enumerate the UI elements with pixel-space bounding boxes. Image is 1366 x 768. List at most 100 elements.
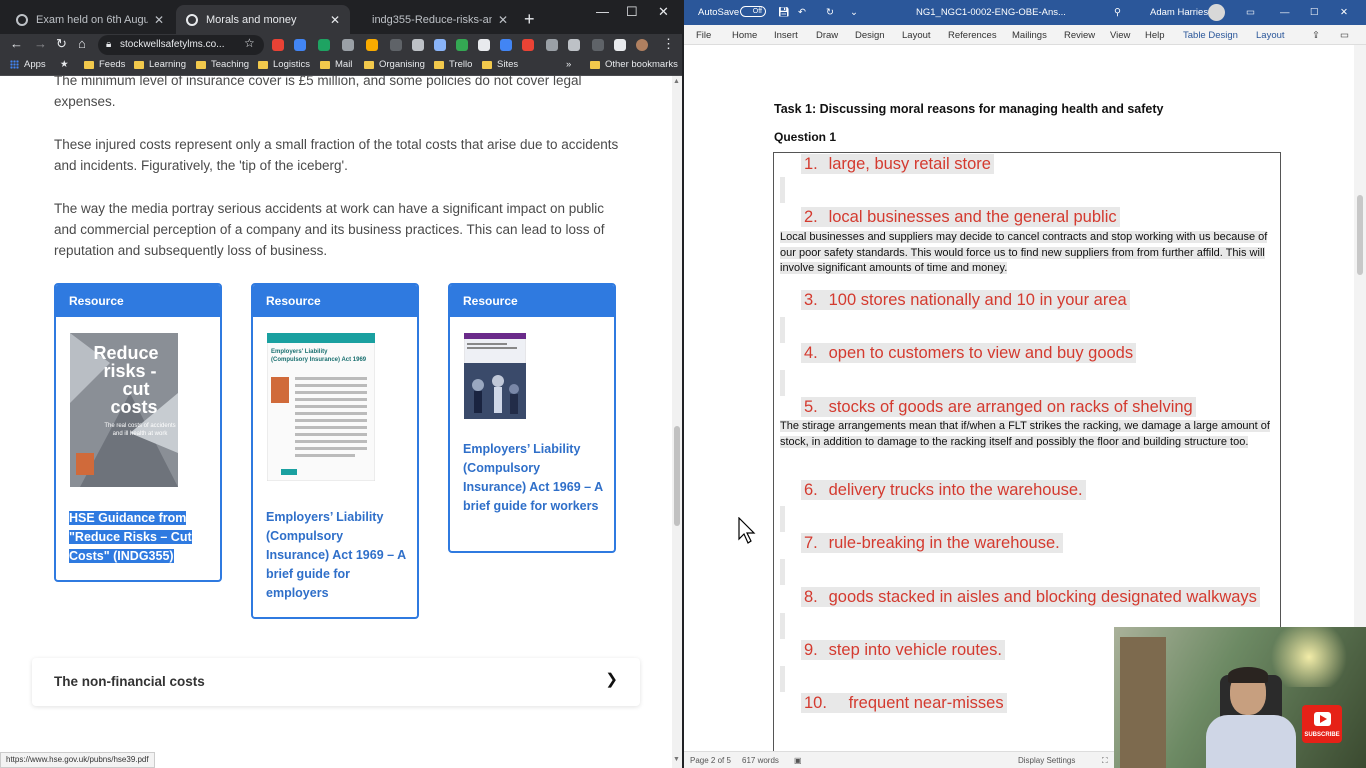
tab-exam[interactable]: Exam held on 6th August 2020 ✕ (6, 5, 174, 34)
customize-qat-icon[interactable]: ⌄ (850, 7, 858, 18)
focus-icon[interactable]: ⛶ (1102, 756, 1108, 766)
new-tab-button[interactable]: + (524, 9, 535, 30)
scrollbar-thumb[interactable] (1357, 195, 1363, 275)
scroll-up-icon[interactable]: ▲ (673, 78, 680, 85)
answer-note[interactable]: Local businesses and suppliers may decid… (780, 230, 1270, 277)
close-window-icon[interactable]: ✕ (1340, 7, 1348, 18)
answer-item[interactable]: 1. large, busy retail store (801, 154, 994, 174)
extension-icon[interactable] (342, 39, 354, 51)
maximize-icon[interactable]: ☐ (1310, 7, 1319, 18)
bookmark-trello[interactable]: Trello (434, 59, 472, 70)
search-icon[interactable]: ⚲ (1114, 7, 1121, 18)
extension-icon[interactable] (592, 39, 604, 51)
extension-icon[interactable] (500, 39, 512, 51)
tab-help[interactable]: Help (1145, 30, 1165, 41)
answer-item[interactable]: 5. stocks of goods are arranged on racks… (801, 397, 1196, 417)
resource-card-indg355[interactable]: Resource Reduce risks - cut costs The re… (54, 283, 222, 582)
back-icon[interactable]: ← (10, 36, 23, 51)
ribbon-display-icon[interactable]: ▭ (1246, 7, 1255, 18)
bookmark-organising[interactable]: Organising (364, 59, 425, 70)
tab-home[interactable]: Home (732, 30, 757, 41)
scroll-down-icon[interactable]: ▼ (673, 756, 680, 763)
accordion-non-financial-costs[interactable]: The non-financial costs ❯ (32, 658, 640, 706)
save-icon[interactable]: 💾︎ (778, 7, 790, 18)
chevron-down-icon[interactable]: ❯ (605, 670, 618, 688)
bookmark-logistics[interactable]: Logistics (258, 59, 310, 70)
maximize-icon[interactable]: ☐ (626, 4, 638, 20)
close-icon[interactable]: ✕ (498, 13, 508, 27)
extension-icon[interactable] (456, 39, 468, 51)
answer-item[interactable]: 7. rule-breaking in the warehouse. (801, 533, 1063, 553)
bookmark-pin[interactable]: ★ (60, 59, 69, 70)
extension-icon[interactable] (390, 39, 402, 51)
bookmark-teaching[interactable]: Teaching (196, 59, 249, 70)
card-title[interactable]: HSE Guidance from "Reduce Risks – Cut Co… (69, 509, 209, 566)
page-scrollbar[interactable]: ▲ ▼ (672, 76, 682, 768)
tab-table-design[interactable]: Table Design (1183, 30, 1238, 41)
answer-item[interactable]: 3. 100 stores nationally and 10 in your … (801, 290, 1130, 310)
extension-icon[interactable] (568, 39, 580, 51)
answer-item[interactable]: 10. frequent near-misses (801, 693, 1007, 713)
bookmark-learning[interactable]: Learning (134, 59, 186, 70)
tab-review[interactable]: Review (1064, 30, 1095, 41)
card-title[interactable]: Employers’ Liability (Compulsory Insuran… (266, 508, 406, 603)
answer-note[interactable]: The stirage arrangements mean that if/wh… (780, 419, 1270, 450)
resource-card-eli-employers[interactable]: Resource Employers' Liability (Compulsor… (251, 283, 419, 619)
bookmark-sites[interactable]: Sites (482, 59, 518, 70)
tab-references[interactable]: References (948, 30, 997, 41)
answer-item[interactable]: 6. delivery trucks into the warehouse. (801, 480, 1086, 500)
extension-icon[interactable] (546, 39, 558, 51)
profile-avatar[interactable] (636, 39, 648, 51)
answer-item[interactable]: 8. goods stacked in aisles and blocking … (801, 587, 1260, 607)
bookmark-apps[interactable]: Apps (10, 59, 46, 70)
page-count[interactable]: Page 2 of 5 (690, 756, 731, 765)
answer-item[interactable]: 4. open to customers to view and buy goo… (801, 343, 1137, 363)
reload-icon[interactable]: ↻ (56, 36, 67, 52)
tab-view[interactable]: View (1110, 30, 1130, 41)
minimize-icon[interactable]: — (1280, 7, 1290, 18)
extension-icon[interactable] (434, 39, 446, 51)
home-icon[interactable]: ⌂ (78, 36, 86, 51)
extension-icon[interactable] (272, 39, 284, 51)
drive-icon[interactable] (294, 39, 306, 51)
undo-icon[interactable]: ↶ (798, 7, 806, 18)
forward-icon[interactable]: → (34, 36, 47, 51)
tab-mailings[interactable]: Mailings (1012, 30, 1047, 41)
answer-item[interactable]: 9. step into vehicle routes. (801, 640, 1005, 660)
comments-icon[interactable]: ▭ (1340, 30, 1349, 41)
display-settings[interactable]: Display Settings (1018, 756, 1075, 765)
share-icon[interactable]: ⇪ (1312, 30, 1320, 41)
bookmark-feeds[interactable]: Feeds (84, 59, 125, 70)
extension-icon[interactable] (478, 39, 490, 51)
tab-insert[interactable]: Insert (774, 30, 798, 41)
menu-icon[interactable]: ⋮ (662, 36, 675, 52)
tab-table-layout[interactable]: Layout (1256, 30, 1285, 41)
bookmarks-overflow[interactable]: » (566, 59, 571, 70)
extension-icon[interactable] (318, 39, 330, 51)
card-title[interactable]: Employers’ Liability (Compulsory Insuran… (463, 440, 603, 516)
close-icon[interactable]: ✕ (330, 13, 340, 27)
answer-item[interactable]: 2. local businesses and the general publ… (801, 207, 1120, 227)
extension-icon[interactable] (412, 39, 424, 51)
tab-draw[interactable]: Draw (816, 30, 838, 41)
tab-layout[interactable]: Layout (902, 30, 931, 41)
resource-card-eli-workers[interactable]: Resource Employers’ Liability (Compulsor… (448, 283, 616, 553)
word-count[interactable]: 617 words (742, 756, 779, 765)
proofing-icon[interactable]: ▣ (794, 756, 802, 765)
close-window-icon[interactable]: ✕ (658, 4, 669, 20)
extension-icon[interactable] (522, 39, 534, 51)
autosave-toggle[interactable]: Off (740, 6, 766, 17)
address-bar[interactable]: 🔒︎ stockwellsafetylms.co... (98, 35, 264, 55)
close-icon[interactable]: ✕ (154, 13, 164, 27)
tab-design[interactable]: Design (855, 30, 885, 41)
tab-morals-and-money[interactable]: Morals and money ✕ (176, 5, 350, 34)
youtube-subscribe-button[interactable]: SUBSCRIBE (1302, 705, 1342, 743)
puzzle-icon[interactable] (614, 39, 626, 51)
user-avatar[interactable] (1208, 4, 1225, 21)
minimize-icon[interactable]: — (596, 4, 609, 19)
tab-indg355[interactable]: indg355-Reduce-risks-and-cut-c ✕ (352, 5, 518, 34)
extension-icon[interactable] (366, 39, 378, 51)
bookmark-mail[interactable]: Mail (320, 59, 352, 70)
scrollbar-thumb[interactable] (674, 426, 680, 526)
redo-icon[interactable]: ↻ (826, 7, 834, 18)
